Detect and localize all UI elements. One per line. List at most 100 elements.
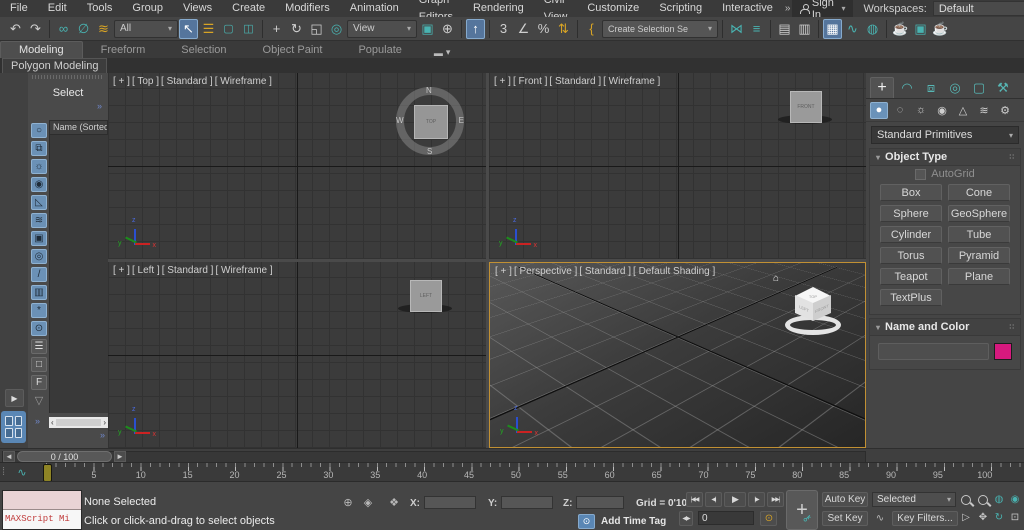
tab-motion-icon[interactable]: ◎: [944, 78, 966, 98]
add-time-tag-label[interactable]: Add Time Tag: [601, 516, 666, 527]
window-crossing-icon[interactable]: ◫: [239, 19, 258, 39]
current-frame-field[interactable]: [698, 511, 754, 525]
viewcube-compass[interactable]: N W E S TOP: [396, 86, 464, 156]
menu-item[interactable]: Animation: [340, 0, 409, 17]
angle-snap-icon[interactable]: ∠: [514, 19, 533, 39]
select-and-manipulate-icon[interactable]: ⊕: [438, 19, 457, 39]
absolute-offset-toggle-icon[interactable]: ❖: [386, 496, 402, 509]
key-filters-button[interactable]: Key Filters...: [892, 511, 958, 526]
panel-grip[interactable]: [32, 75, 104, 79]
selection-filter-dropdown[interactable]: All ▾: [114, 19, 178, 38]
expand-chevron-icon[interactable]: »: [97, 101, 102, 111]
zoom-extents-all-icon[interactable]: ◉: [1007, 492, 1023, 507]
pin-icon[interactable]: ∷: [1010, 323, 1014, 331]
autogrid-checkbox[interactable]: [915, 168, 927, 180]
ribbon-config-icon[interactable]: ▬ ▾: [434, 47, 451, 58]
percent-snap-icon[interactable]: %: [534, 19, 553, 39]
object-type-button[interactable]: Cylinder: [880, 226, 942, 243]
set-key-button[interactable]: Set Key: [822, 511, 868, 526]
maximize-viewport-icon[interactable]: ⊡: [1007, 510, 1023, 525]
set-keys-button[interactable]: + ⚷: [786, 490, 818, 530]
viewport-menu-plus[interactable]: [ + ]: [113, 76, 130, 87]
time-configuration-icon[interactable]: ⊙: [760, 511, 777, 526]
workspace-select[interactable]: Default ▾: [932, 1, 1024, 16]
display-helpers-icon[interactable]: ◺: [31, 195, 47, 210]
key-selection-dropdown[interactable]: Selected ▾: [872, 492, 956, 507]
named-selection-sets-icon[interactable]: {: [582, 19, 601, 39]
menu-item[interactable]: Group: [122, 0, 173, 17]
scroll-right-icon[interactable]: ›: [103, 418, 106, 427]
object-type-button[interactable]: Cone: [948, 184, 1010, 201]
object-type-rollout-header[interactable]: ▾ Object Type ∷: [870, 149, 1020, 166]
previous-frame-arrow[interactable]: ◄: [3, 451, 15, 462]
viewcube-face[interactable]: FRONT: [790, 91, 822, 123]
list-view-icon[interactable]: ☰: [31, 339, 47, 354]
menu-overflow-icon[interactable]: »: [785, 3, 791, 14]
display-groups-icon[interactable]: ▣: [31, 231, 47, 246]
pan-icon[interactable]: ✥: [975, 510, 991, 525]
zoom-region-icon[interactable]: ▷: [958, 510, 974, 525]
menu-item[interactable]: Modifiers: [275, 0, 340, 17]
home-icon[interactable]: ⌂: [773, 273, 779, 284]
unlink-selection-icon[interactable]: ∅: [74, 19, 93, 39]
menu-item[interactable]: Tools: [77, 0, 123, 17]
viewport-standard-label[interactable]: [ Standard ]: [162, 265, 214, 276]
snap-toggle-3d-icon[interactable]: 3: [494, 19, 513, 39]
viewcube[interactable]: FRONT: [776, 89, 836, 133]
current-frame-handle[interactable]: [43, 464, 52, 482]
object-type-button[interactable]: TextPlus: [880, 289, 942, 306]
polygon-modeling-tab[interactable]: Polygon Modeling: [2, 58, 108, 73]
find-icon[interactable]: F: [31, 375, 47, 390]
select-and-rotate-icon[interactable]: ↻: [287, 19, 306, 39]
viewport-perspective-active[interactable]: [ + ] [ Perspective ] [ Standard ] [ Def…: [489, 262, 866, 448]
selection-lock-icon[interactable]: ◈: [360, 496, 376, 509]
display-containers-icon[interactable]: ▥: [31, 285, 47, 300]
select-and-move-icon[interactable]: +: [267, 19, 286, 39]
category-spacewarps-icon[interactable]: ≋: [975, 102, 993, 119]
named-selection-set-dropdown[interactable]: Create Selection Se ▾: [602, 19, 718, 38]
bind-to-spacewarp-icon[interactable]: ≋: [94, 19, 113, 39]
go-to-start-button[interactable]: |◀◀: [686, 492, 703, 507]
menu-item[interactable]: Customize: [577, 0, 649, 17]
viewcube-face[interactable]: LEFT: [410, 280, 442, 312]
viewport-layout-tab[interactable]: [1, 411, 26, 443]
trackbar-grip[interactable]: ⁞: [2, 466, 5, 478]
viewport-pov-label[interactable]: [ Perspective ]: [514, 266, 577, 277]
keyboard-shortcut-override-button[interactable]: ↑: [466, 18, 485, 39]
display-geometry-icon[interactable]: ⧉: [31, 141, 47, 156]
viewport-pov-label[interactable]: [ Front ]: [513, 76, 547, 87]
z-coordinate-field[interactable]: [576, 496, 624, 509]
menu-item[interactable]: File: [0, 0, 38, 17]
mini-curve-editor-icon[interactable]: ∿: [12, 465, 32, 479]
ribbon-tab-modeling[interactable]: Modeling: [0, 41, 83, 58]
scroll-left-icon[interactable]: ‹: [51, 418, 54, 427]
play-button[interactable]: ▶: [724, 492, 746, 507]
toggle-scene-explorer-icon[interactable]: ▥: [795, 19, 814, 39]
viewport-menu-plus[interactable]: [ + ]: [494, 76, 511, 87]
default-tangent-icon[interactable]: ∿: [872, 511, 888, 526]
tab-hierarchy-icon[interactable]: ⧈: [920, 78, 942, 98]
display-lights-icon[interactable]: ☼: [31, 159, 47, 174]
schematic-view-icon[interactable]: ∿: [843, 19, 862, 39]
display-none-icon[interactable]: ○: [31, 123, 47, 138]
viewport-shading-label[interactable]: [ Default Shading ]: [633, 266, 715, 277]
display-shapes-icon[interactable]: *: [31, 303, 47, 318]
render-setup-icon[interactable]: ☕: [891, 19, 910, 39]
object-type-button[interactable]: Pyramid: [948, 247, 1010, 264]
object-type-button[interactable]: Teapot: [880, 268, 942, 285]
ribbon-tab-populate[interactable]: Populate: [340, 42, 419, 58]
listener-script-row[interactable]: MAXScript Mi: [3, 510, 81, 529]
auto-key-button[interactable]: Auto Key: [822, 492, 868, 507]
time-slider-handle[interactable]: 0 / 100: [17, 451, 112, 462]
viewport-standard-label[interactable]: [ Standard ]: [549, 76, 601, 87]
explorer-h-scrollbar[interactable]: ‹ ›: [49, 417, 108, 428]
object-color-swatch[interactable]: [994, 343, 1012, 360]
scene-object-list[interactable]: [49, 135, 109, 413]
toggle-layer-explorer-icon[interactable]: ▤: [775, 19, 794, 39]
zoom-icon[interactable]: [958, 492, 974, 507]
primitive-category-dropdown[interactable]: Standard Primitives ▾: [871, 126, 1019, 144]
viewport-front[interactable]: [ + ] [ Front ] [ Standard ] [ Wireframe…: [489, 73, 866, 259]
go-to-end-button[interactable]: ▶▶|: [767, 492, 784, 507]
viewport-menu-plus[interactable]: [ + ]: [113, 265, 130, 276]
viewcube[interactable]: LEFT: [396, 278, 456, 322]
